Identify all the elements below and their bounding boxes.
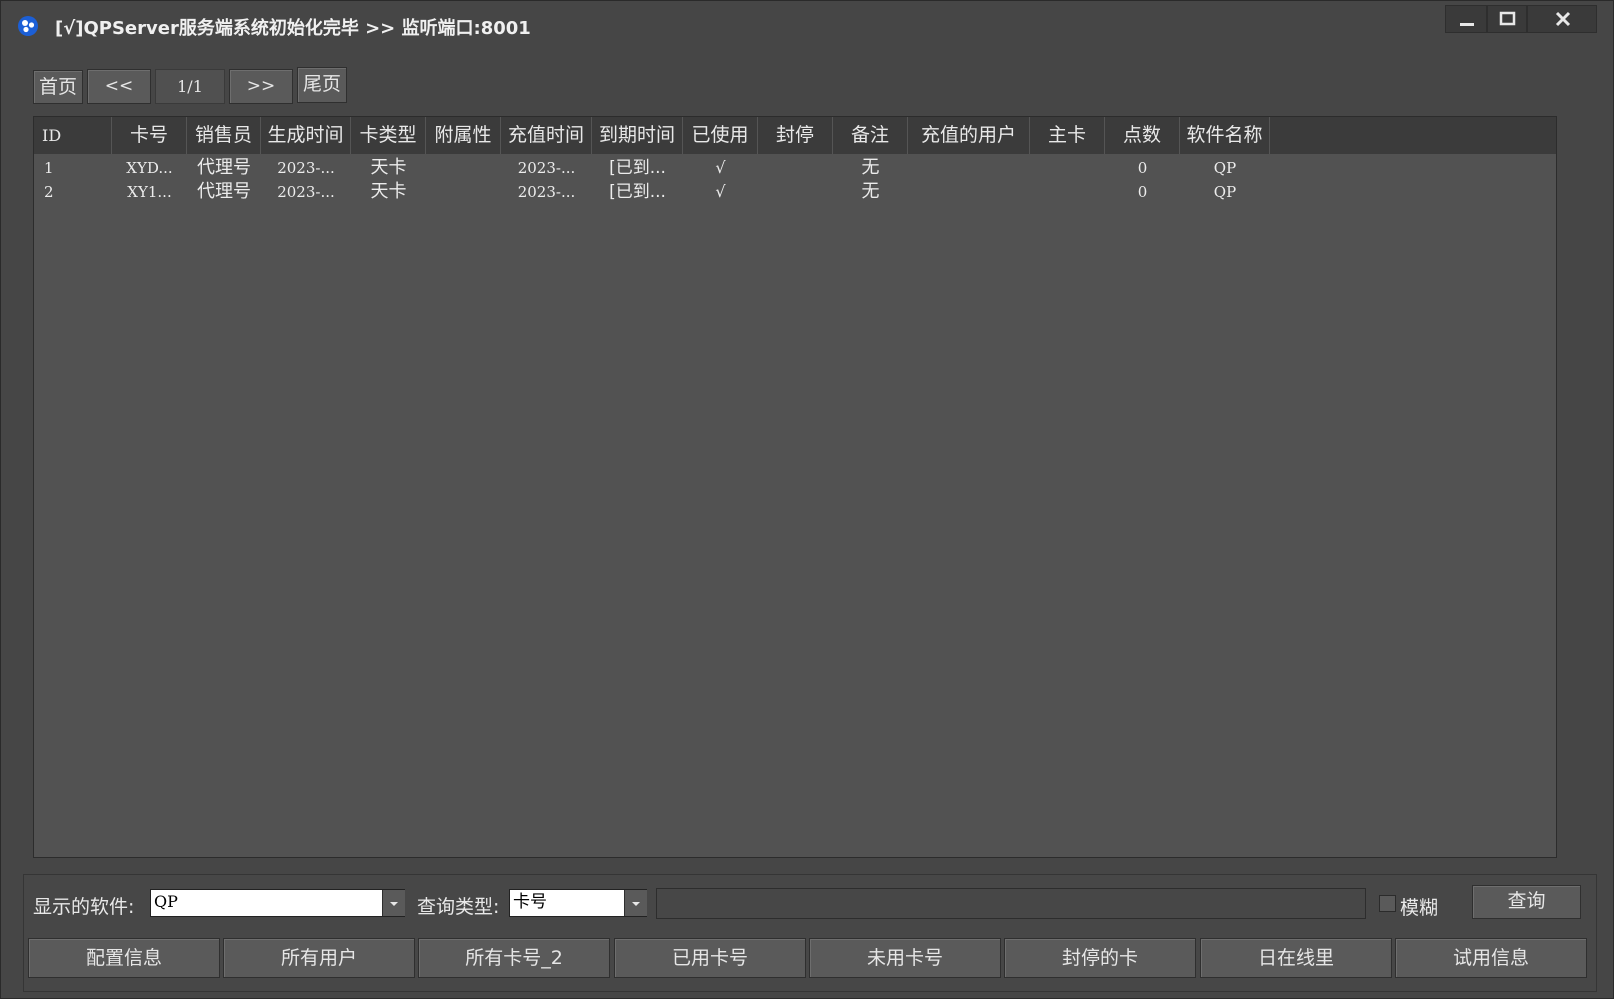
cell-id: 2	[44, 183, 54, 201]
query-type-dropdown-arrow[interactable]	[624, 890, 647, 916]
cell-main-card	[1030, 156, 1105, 180]
window-title: [√]QPServer服务端系统初始化完毕 >> 监听端口:8001	[55, 18, 531, 39]
cell-recharge-user	[908, 156, 1030, 180]
fuzzy-checkbox[interactable]	[1379, 895, 1396, 912]
column-header-main-card[interactable]: 主卡	[1030, 117, 1105, 154]
page-indicator: 1/1	[155, 69, 225, 104]
cell-attribute	[426, 180, 501, 204]
cell-note: 无	[861, 181, 880, 202]
cell-recharge-user	[908, 180, 1030, 204]
close-button[interactable]	[1527, 5, 1597, 33]
cell-expire-time: [已到...	[609, 158, 666, 178]
software-label: 显示的软件:	[33, 896, 135, 918]
cell-used: √	[715, 158, 726, 177]
cell-main-card	[1030, 180, 1105, 204]
cell-id: 1	[44, 159, 54, 177]
column-header-recharge-user[interactable]: 充值的用户	[908, 117, 1030, 154]
cell-used: √	[715, 182, 726, 201]
cell-card-no: XY1...	[127, 183, 172, 201]
fuzzy-label: 模糊	[1400, 897, 1439, 919]
software-select-value: QP	[154, 892, 178, 911]
cell-expire-time: [已到...	[609, 182, 666, 202]
close-icon	[1555, 11, 1571, 27]
cell-recharge-time: 2023-...	[517, 159, 576, 177]
trial-info-button[interactable]: 试用信息	[1395, 938, 1587, 978]
column-header-card-no[interactable]: 卡号	[112, 117, 187, 154]
config-info-button[interactable]: 配置信息	[28, 938, 220, 978]
query-type-label: 查询类型:	[417, 896, 500, 918]
cell-created: 2023-...	[277, 159, 335, 177]
column-header-note[interactable]: 备注	[833, 117, 908, 154]
column-header-recharge-time[interactable]: 充值时间	[501, 117, 592, 154]
cell-card-type: 天卡	[370, 181, 407, 202]
cell-software: QP	[1213, 183, 1237, 201]
all-users-button[interactable]: 所有用户	[223, 938, 415, 978]
cell-card-type: 天卡	[370, 157, 407, 178]
minimize-button[interactable]	[1445, 5, 1487, 33]
chevron-down-icon	[632, 902, 640, 906]
minimize-icon	[1460, 23, 1474, 26]
column-header-points[interactable]: 点数	[1105, 117, 1180, 154]
column-header-used[interactable]: 已使用	[683, 117, 758, 154]
cell-points: 0	[1137, 183, 1148, 201]
column-header-card-type[interactable]: 卡类型	[351, 117, 426, 154]
column-header-attribute[interactable]: 附属性	[426, 117, 501, 154]
cell-attribute	[426, 156, 501, 180]
query-button[interactable]: 查询	[1472, 885, 1581, 919]
unused-cards-button[interactable]: 未用卡号	[809, 938, 1001, 978]
card-table[interactable]: ID 卡号 销售员 生成时间 卡类型 附属性 充值时间 到期时间 已使用 封停 …	[33, 116, 1557, 858]
search-input[interactable]	[656, 888, 1366, 919]
table-row[interactable]: 2 XY1... 代理号 2023-... 天卡 2023-... [已到...…	[34, 180, 1334, 204]
column-header-expire-time[interactable]: 到期时间	[592, 117, 683, 154]
prev-page-button[interactable]: <<	[87, 69, 151, 104]
chevron-down-icon	[390, 902, 398, 906]
all-cards-button[interactable]: 所有卡号_2	[418, 938, 610, 978]
main-window: [√]QPServer服务端系统初始化完毕 >> 监听端口:8001 首页 <<…	[0, 0, 1614, 999]
banned-cards-button[interactable]: 封停的卡	[1004, 938, 1196, 978]
used-cards-button[interactable]: 已用卡号	[614, 938, 806, 978]
daily-online-button[interactable]: 日在线里	[1200, 938, 1392, 978]
first-page-button[interactable]: 首页	[33, 70, 83, 104]
software-select[interactable]: QP	[150, 889, 405, 917]
column-header-seller[interactable]: 销售员	[187, 117, 261, 154]
maximize-icon	[1499, 11, 1516, 26]
next-page-button[interactable]: >>	[229, 69, 293, 104]
query-type-select[interactable]: 卡号	[509, 889, 647, 917]
cell-card-no: XYD...	[126, 159, 173, 177]
column-header-software[interactable]: 软件名称	[1180, 117, 1270, 154]
cell-software: QP	[1213, 159, 1237, 177]
cell-created: 2023-...	[277, 183, 335, 201]
column-header-id[interactable]: ID	[34, 117, 112, 154]
cell-points: 0	[1137, 159, 1148, 177]
query-type-select-value: 卡号	[513, 892, 547, 912]
title-bar[interactable]: [√]QPServer服务端系统初始化完毕 >> 监听端口:8001	[1, 1, 1613, 51]
app-logo-icon	[18, 16, 38, 36]
column-header-banned[interactable]: 封停	[758, 117, 833, 154]
software-dropdown-arrow[interactable]	[382, 890, 405, 916]
maximize-button[interactable]	[1487, 5, 1527, 33]
column-header-created[interactable]: 生成时间	[261, 117, 351, 154]
table-header: ID 卡号 销售员 生成时间 卡类型 附属性 充值时间 到期时间 已使用 封停 …	[34, 117, 1556, 154]
cell-seller: 代理号	[197, 181, 251, 202]
cell-recharge-time: 2023-...	[517, 183, 576, 201]
cell-note: 无	[861, 157, 880, 178]
last-page-button[interactable]: 尾页	[297, 67, 347, 103]
cell-banned	[758, 180, 833, 204]
cell-banned	[758, 156, 833, 180]
cell-seller: 代理号	[197, 157, 251, 178]
table-row[interactable]: 1 XYD... 代理号 2023-... 天卡 2023-... [已到...…	[34, 156, 1334, 180]
